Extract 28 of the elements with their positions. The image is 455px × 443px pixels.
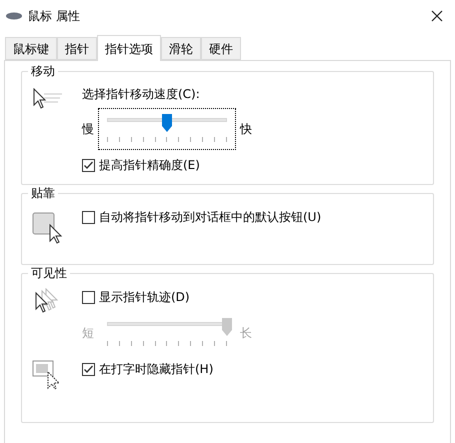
- checkbox-label[interactable]: 在打字时隐藏指针(H): [99, 360, 214, 378]
- hidden-pointer-icon: [32, 360, 62, 390]
- pointer-speed-icon: [32, 88, 64, 110]
- checkbox[interactable]: [82, 210, 95, 224]
- slider-max-label: 快: [240, 121, 252, 138]
- slider-track[interactable]: [98, 108, 236, 150]
- group-title: 可见性: [28, 265, 70, 281]
- tab[interactable]: 指针选项: [97, 35, 161, 61]
- checkbox-label[interactable]: 显示指针轨迹(D): [99, 288, 190, 306]
- checkbox[interactable]: [82, 362, 95, 376]
- group-title: 贴靠: [28, 185, 58, 201]
- slider-min-label: 慢: [82, 121, 94, 138]
- group-title: 移动: [28, 63, 58, 79]
- field-label: 选择指针移动速度(C):: [82, 86, 201, 102]
- mouse-icon: [6, 12, 22, 20]
- checkbox-label[interactable]: 提高指针精确度(E): [99, 156, 200, 174]
- checkbox[interactable]: [82, 290, 95, 304]
- slider-thumb[interactable]: [161, 113, 173, 133]
- tab[interactable]: 硬件: [201, 37, 241, 60]
- slider-min-label: 短: [82, 325, 94, 342]
- tab[interactable]: 滑轮: [161, 37, 201, 60]
- slider-max-label: 长: [240, 325, 252, 342]
- checkbox[interactable]: [82, 158, 95, 172]
- window-title: 鼠标 属性: [28, 8, 80, 25]
- tab[interactable]: 指针: [57, 37, 97, 60]
- checkbox-label[interactable]: 自动将指针移动到对话框中的默认按钮(U): [99, 208, 322, 226]
- close-icon[interactable]: [431, 10, 443, 22]
- tab[interactable]: 鼠标键: [5, 37, 57, 60]
